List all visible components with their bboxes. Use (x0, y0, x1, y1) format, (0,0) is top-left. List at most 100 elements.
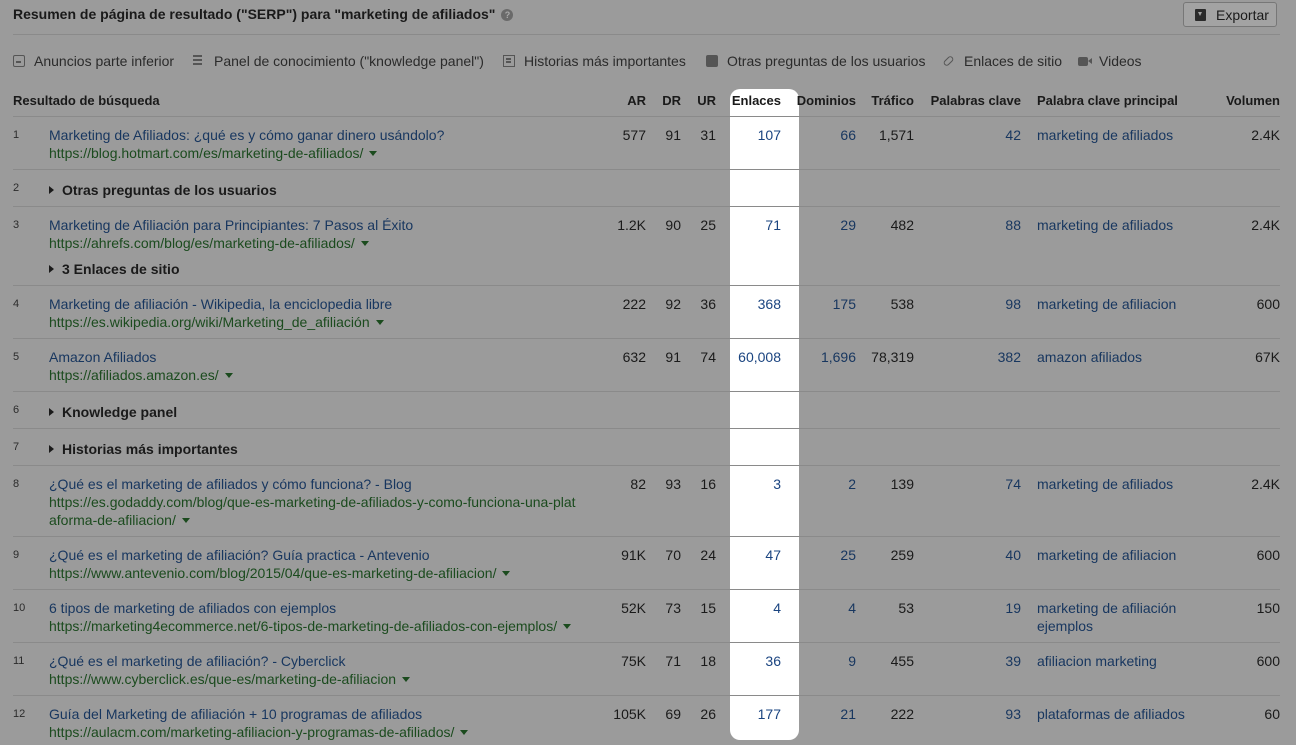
domains-value[interactable]: 4 (848, 600, 856, 616)
col-volume[interactable]: Volumen (1226, 93, 1280, 108)
keywords-value[interactable]: 19 (1005, 600, 1021, 616)
links-value[interactable]: 107 (758, 127, 781, 143)
domains-value[interactable]: 29 (840, 217, 856, 233)
export-button[interactable]: Exportar (1183, 2, 1277, 27)
domains-value[interactable]: 9 (848, 653, 856, 669)
keywords-value[interactable]: 382 (998, 349, 1021, 365)
divider (13, 695, 1280, 696)
top-keyword-link[interactable]: marketing de afiliacion (1037, 547, 1176, 563)
chevron-down-icon[interactable] (402, 677, 411, 682)
result-title-link[interactable]: ¿Qué es el marketing de afiliación? Guía… (49, 547, 430, 563)
chevron-down-icon[interactable] (360, 241, 369, 246)
volume-value: 2.4K (1251, 127, 1280, 143)
caret-right-icon (49, 445, 54, 453)
links-value[interactable]: 36 (765, 653, 781, 669)
question-circle-icon[interactable]: ? (501, 9, 514, 21)
col-traffic[interactable]: Tráfico (871, 93, 914, 108)
result-url[interactable]: https://aulacm.com/marketing-afiliacion-… (49, 724, 469, 740)
group-toggle[interactable]: Historias más importantes (49, 441, 238, 457)
result-title-link[interactable]: Marketing de Afiliación para Principiant… (49, 217, 413, 233)
divider (13, 285, 1280, 286)
chevron-down-icon[interactable] (181, 518, 190, 523)
result-url[interactable]: https://es.godaddy.com/blog/que-es-marke… (49, 494, 576, 510)
links-value[interactable]: 60,008 (738, 349, 781, 365)
links-value[interactable]: 368 (758, 296, 781, 312)
ar-value: 222 (622, 296, 646, 312)
result-title-link[interactable]: ¿Qué es el marketing de afiliación? - Cy… (49, 653, 345, 669)
keywords-value[interactable]: 88 (1005, 217, 1021, 233)
domains-value[interactable]: 1,696 (821, 349, 856, 365)
links-value[interactable]: 3 (773, 476, 781, 492)
top-keyword-link-continued[interactable]: ejemplos (1037, 618, 1093, 634)
domains-value[interactable]: 25 (840, 547, 856, 563)
dr-value: 91 (665, 349, 681, 365)
keywords-value[interactable]: 39 (1005, 653, 1021, 669)
domains-value[interactable]: 21 (840, 706, 856, 722)
keywords-value[interactable]: 42 (1005, 127, 1021, 143)
result-url[interactable]: https://marketing4ecommerce.net/6-tipos-… (49, 618, 572, 634)
group-toggle[interactable]: Otras preguntas de los usuarios (49, 182, 277, 198)
dr-value: 93 (665, 476, 681, 492)
traffic-value: 139 (890, 476, 914, 492)
top-keyword-link[interactable]: marketing de afiliacion (1037, 296, 1176, 312)
col-ur[interactable]: UR (697, 93, 716, 108)
ur-value: 74 (700, 349, 716, 365)
keywords-value[interactable]: 40 (1005, 547, 1021, 563)
chevron-down-icon[interactable] (375, 320, 384, 325)
result-url[interactable]: https://es.wikipedia.org/wiki/Marketing_… (49, 314, 384, 330)
chevron-down-icon[interactable] (369, 151, 378, 156)
volume-value: 150 (1256, 600, 1280, 616)
result-title-link[interactable]: Marketing de Afiliados: ¿qué es y cómo g… (49, 127, 444, 143)
result-url[interactable]: https://www.cyberclick.es/que-es/marketi… (49, 671, 411, 687)
result-url[interactable]: https://www.antevenio.com/blog/2015/04/q… (49, 565, 511, 581)
feature-label: Enlaces de sitio (964, 53, 1063, 69)
group-toggle[interactable]: Knowledge panel (49, 404, 177, 420)
result-title-link[interactable]: ¿Qué es el marketing de afiliados y cómo… (49, 476, 412, 492)
top-keyword-link[interactable]: amazon afiliados (1037, 349, 1142, 365)
top-keyword-link[interactable]: marketing de afiliación (1037, 600, 1176, 616)
domains-value[interactable]: 2 (848, 476, 856, 492)
col-ar[interactable]: AR (627, 93, 646, 108)
result-title-link[interactable]: Guía del Marketing de afiliación + 10 pr… (49, 706, 422, 722)
ur-value: 16 (700, 476, 716, 492)
result-title-link[interactable]: Marketing de afiliación - Wikipedia, la … (49, 296, 392, 312)
keywords-value[interactable]: 98 (1005, 296, 1021, 312)
col-links[interactable]: Enlaces (732, 93, 781, 108)
links-value[interactable]: 4 (773, 600, 781, 616)
chevron-down-icon[interactable] (224, 373, 233, 378)
ur-value: 15 (700, 600, 716, 616)
result-title-link[interactable]: Amazon Afiliados (49, 349, 156, 365)
keywords-value[interactable]: 93 (1005, 706, 1021, 722)
chevron-down-icon[interactable] (460, 730, 469, 735)
top-keyword-link[interactable]: marketing de afiliados (1037, 217, 1173, 233)
chevron-down-icon[interactable] (502, 571, 511, 576)
top-keyword-link[interactable]: plataformas de afiliados (1037, 706, 1185, 722)
col-keywords[interactable]: Palabras clave (931, 93, 1021, 108)
ur-value: 24 (700, 547, 716, 563)
result-url[interactable]: https://afiliados.amazon.es/ (49, 367, 233, 383)
keywords-value[interactable]: 74 (1005, 476, 1021, 492)
news-icon (503, 55, 515, 67)
divider (13, 536, 1280, 537)
col-dr[interactable]: DR (662, 93, 681, 108)
result-url[interactable]: https://blog.hotmart.com/es/marketing-de… (49, 145, 378, 161)
ur-value: 25 (700, 217, 716, 233)
col-top-keyword[interactable]: Palabra clave principal (1037, 93, 1178, 108)
col-domains[interactable]: Dominios (797, 93, 856, 108)
links-value[interactable]: 71 (765, 217, 781, 233)
result-url-continued[interactable]: aforma-de-afiliacion/ (49, 512, 190, 528)
links-value[interactable]: 47 (765, 547, 781, 563)
sitelinks-toggle[interactable]: 3 Enlaces de sitio (49, 261, 180, 277)
result-url[interactable]: https://ahrefs.com/blog/es/marketing-de-… (49, 235, 369, 251)
top-keyword-link[interactable]: afiliacion marketing (1037, 653, 1157, 669)
result-title-link[interactable]: 6 tipos de marketing de afiliados con ej… (49, 600, 336, 616)
top-keyword-link[interactable]: marketing de afiliados (1037, 127, 1173, 143)
download-icon (1195, 9, 1206, 21)
domains-value[interactable]: 175 (833, 296, 856, 312)
chevron-down-icon[interactable] (563, 624, 572, 629)
top-keyword-link[interactable]: marketing de afiliados (1037, 476, 1173, 492)
col-result[interactable]: Resultado de búsqueda (13, 93, 160, 108)
domains-value[interactable]: 66 (840, 127, 856, 143)
links-value[interactable]: 177 (758, 706, 781, 722)
ur-value: 31 (700, 127, 716, 143)
